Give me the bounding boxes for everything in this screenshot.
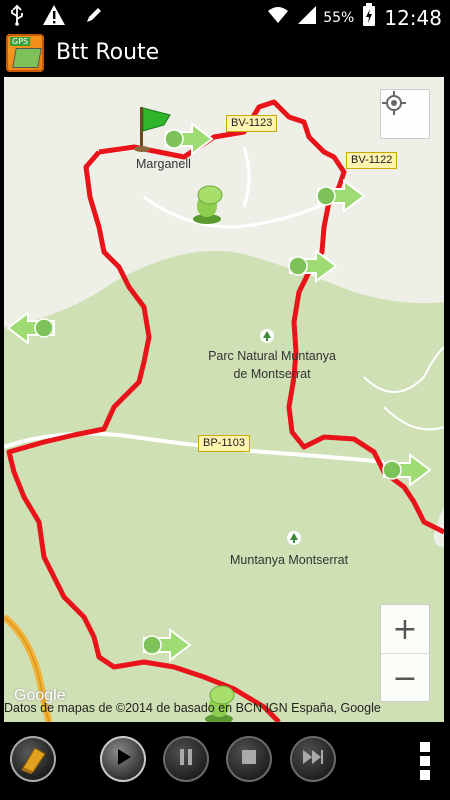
app-icon[interactable]: GPS (6, 34, 44, 72)
zoom-controls: + − (380, 604, 430, 702)
road-label: BP-1103 (198, 435, 250, 452)
minor-road (242, 146, 251, 208)
map-canvas (4, 99, 444, 722)
pause-button[interactable] (163, 736, 209, 782)
status-bar: 55% 12:48 (0, 0, 450, 32)
road-label: BV-1123 (226, 115, 278, 132)
fast-forward-button[interactable] (290, 736, 336, 782)
usb-icon (10, 4, 24, 30)
place-label: Marganell (136, 157, 191, 171)
play-button[interactable] (100, 736, 146, 782)
pause-icon (177, 747, 195, 771)
signal-icon (297, 5, 317, 30)
edit-icon (84, 5, 104, 29)
battery-charging-icon (362, 3, 376, 32)
fast-forward-icon (301, 748, 325, 770)
zoom-out-button[interactable]: − (381, 653, 429, 702)
play-icon (113, 747, 133, 771)
place-label: Muntanya Montserrat (230, 553, 349, 567)
battery-percent: 55% (323, 9, 355, 26)
action-bar: GPS Btt Route (0, 32, 450, 76)
zoom-in-button[interactable]: + (381, 605, 429, 653)
page-title: Btt Route (56, 40, 160, 65)
route-book-icon (19, 744, 47, 778)
stop-button[interactable] (226, 736, 272, 782)
road-label: BV-1122 (346, 152, 398, 169)
my-location-button[interactable] (380, 89, 430, 139)
bottom-toolbar (0, 722, 450, 800)
place-label: de Montserrat (233, 367, 311, 381)
route-menu-button[interactable] (10, 736, 56, 782)
warning-icon (42, 4, 66, 30)
park-area (4, 250, 444, 722)
wifi-icon (267, 5, 289, 30)
place-label: Parc Natural Muntanya (208, 349, 336, 363)
clock: 12:48 (384, 5, 442, 30)
app-icon-badge: GPS (10, 37, 31, 46)
overflow-menu-button[interactable] (420, 742, 430, 784)
map-attribution[interactable]: Datos de mapas de ©2014 de basado en BCN… (4, 701, 381, 715)
stop-icon (240, 748, 258, 770)
map-view[interactable]: BV-1123 BV-1122 BP-1103 Marganell Parc N… (4, 77, 444, 722)
